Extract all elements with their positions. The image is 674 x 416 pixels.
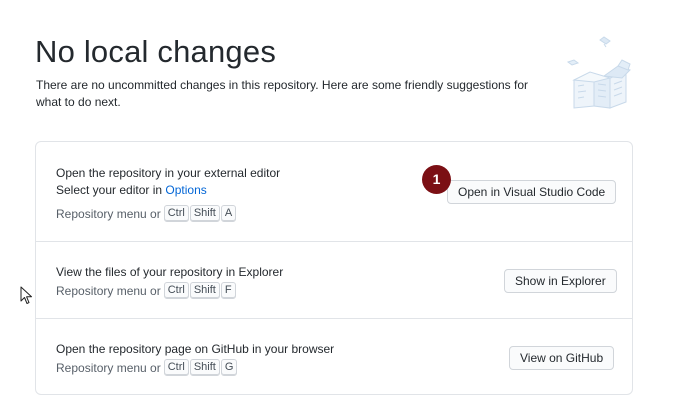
suggestion-row-editor: Open the repository in your external edi…: [36, 142, 632, 242]
suggestion-title: Open the repository in your external edi…: [56, 166, 281, 180]
key-shift: Shift: [189, 282, 220, 299]
step-badge: 1: [422, 165, 451, 194]
shortcut-text: Repository menu or: [56, 206, 161, 221]
suggestion-row-github: Open the repository page on GitHub in yo…: [36, 319, 632, 395]
page-subtitle: There are no uncommitted changes in this…: [36, 78, 529, 109]
show-in-explorer-button[interactable]: Show in Explorer: [504, 269, 617, 293]
key-shift: Shift: [189, 359, 220, 376]
key-ctrl: Ctrl: [163, 359, 189, 376]
empty-boxes-illustration-icon: [566, 36, 631, 109]
key-ctrl: Ctrl: [163, 205, 189, 222]
suggestion-description: Select your editor in Options: [56, 183, 207, 197]
open-in-editor-button[interactable]: Open in Visual Studio Code: [447, 180, 617, 204]
suggestion-title: View the files of your repository in Exp…: [56, 265, 284, 279]
suggestion-row-explorer: View the files of your repository in Exp…: [36, 242, 632, 319]
options-link[interactable]: Options: [165, 183, 206, 197]
key-shift: Shift: [189, 205, 220, 222]
shortcut-text: Repository menu or: [56, 360, 161, 375]
mouse-pointer-icon: [20, 286, 32, 304]
view-on-github-button[interactable]: View on GitHub: [509, 346, 615, 370]
suggestions-panel: Open the repository in your external edi…: [35, 141, 633, 395]
key-ctrl: Ctrl: [163, 282, 189, 299]
shortcut-hint: Repository menu or Ctrl Shift F: [56, 282, 237, 299]
shortcut-text: Repository menu or: [56, 283, 161, 298]
key-a: A: [220, 205, 237, 222]
key-g: G: [220, 359, 238, 376]
shortcut-hint: Repository menu or Ctrl Shift A: [56, 205, 237, 222]
shortcut-hint: Repository menu or Ctrl Shift G: [56, 359, 238, 376]
page-title: No local changes: [35, 34, 277, 69]
no-changes-page: No local changes There are no uncommitte…: [0, 0, 674, 416]
suggestion-title: Open the repository page on GitHub in yo…: [56, 342, 335, 356]
description-text: Select your editor in: [56, 183, 166, 197]
key-f: F: [220, 282, 236, 299]
